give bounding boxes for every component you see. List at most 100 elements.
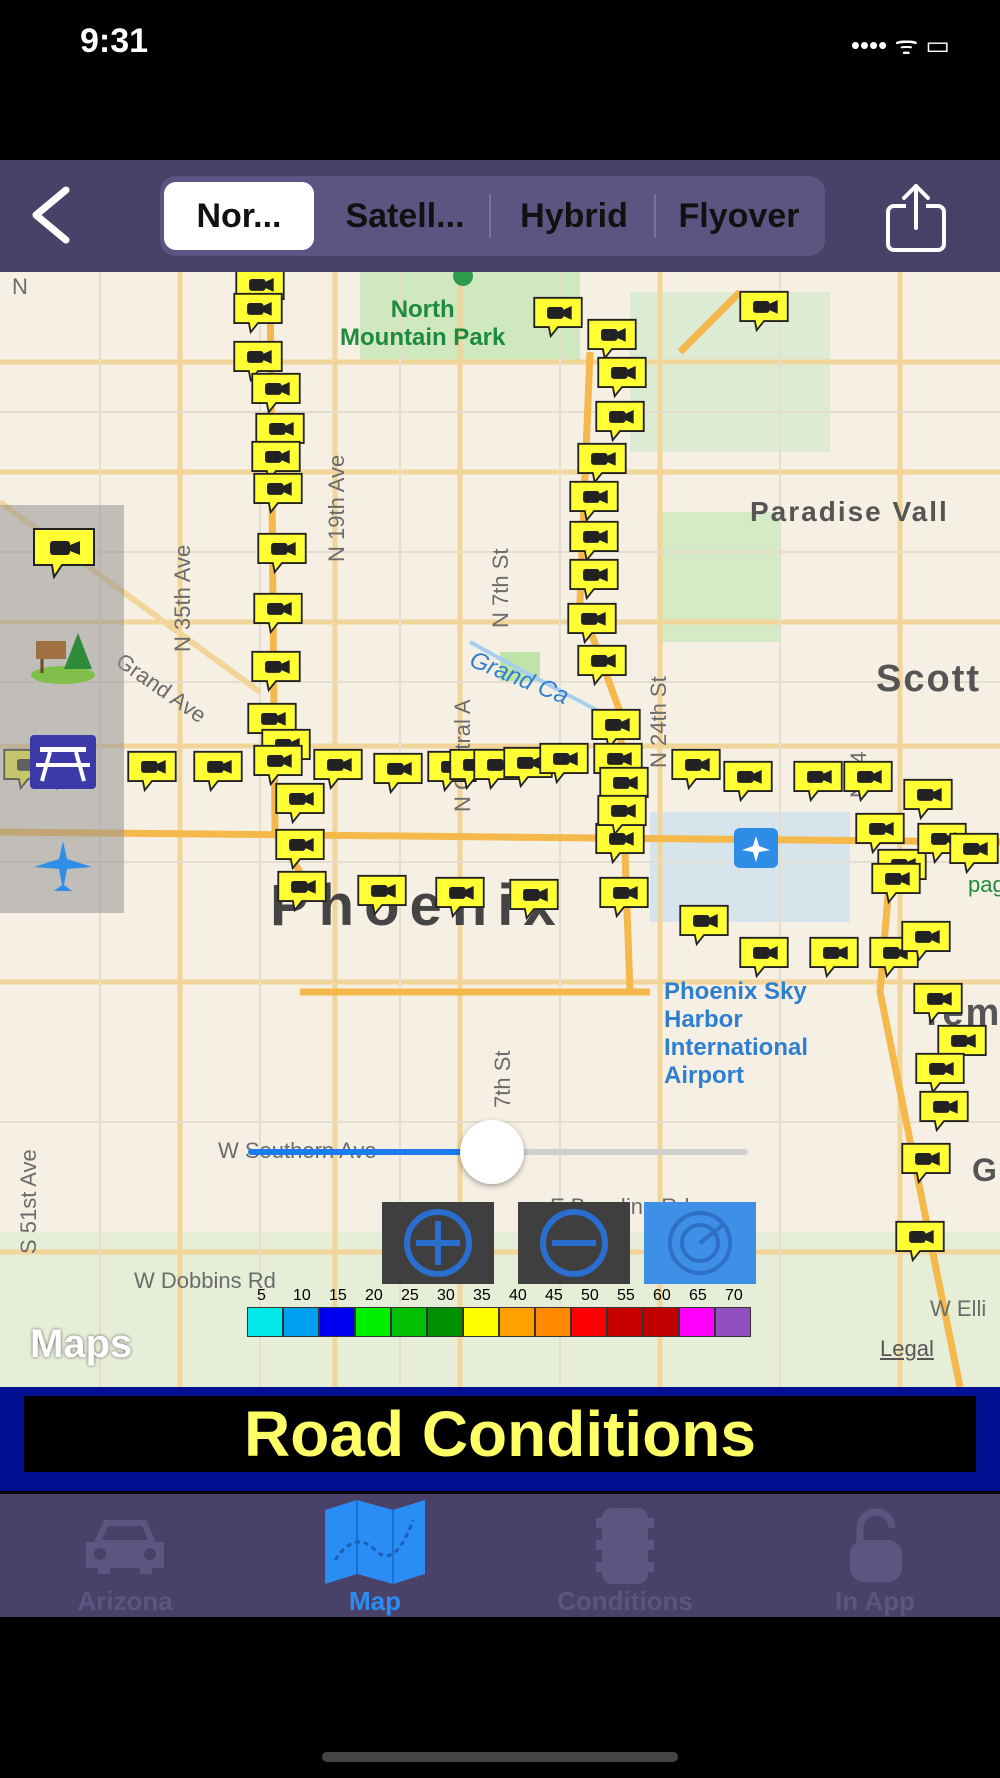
traffic-camera-icon[interactable]	[898, 1142, 954, 1184]
traffic-camera-icon[interactable]	[530, 296, 586, 338]
label-7th-st-south: 7th St	[490, 1050, 515, 1108]
traffic-camera-icon[interactable]	[566, 520, 622, 562]
segment-divider	[654, 194, 656, 238]
legend-tick-label: 30	[437, 1287, 455, 1304]
traffic-camera-icon[interactable]	[124, 750, 180, 792]
traffic-camera-icon[interactable]	[248, 650, 304, 692]
map-view[interactable]: North Mountain Park Paradise Vall Scott …	[0, 272, 1000, 1387]
status-time: 9:31	[80, 22, 149, 60]
traffic-camera-icon[interactable]	[898, 920, 954, 962]
tab-bar: Arizona Map Conditions In App	[0, 1494, 1000, 1617]
traffic-camera-icon[interactable]	[250, 592, 306, 634]
traffic-camera-icon[interactable]	[506, 878, 562, 920]
legend-swatch	[391, 1307, 427, 1337]
traffic-camera-icon[interactable]	[564, 602, 620, 644]
home-indicator	[322, 1752, 678, 1762]
traffic-camera-icon[interactable]	[354, 874, 410, 916]
legend-tick-label: 55	[617, 1287, 635, 1304]
label-n-19th-ave: N 19th Ave	[324, 454, 349, 562]
traffic-camera-layer-icon[interactable]	[32, 527, 96, 579]
traffic-camera-icon[interactable]	[592, 400, 648, 442]
traffic-camera-icon[interactable]	[536, 742, 592, 784]
traffic-camera-icon[interactable]	[910, 982, 966, 1024]
speed-color-legend: 5 10 15 20 25 30 35 40 45 50 55 60 65 70	[247, 1287, 755, 1339]
traffic-camera-icon[interactable]	[250, 744, 306, 786]
tab-in-app[interactable]: In App	[750, 1494, 1000, 1617]
segment-flyover[interactable]: Flyover	[657, 182, 821, 250]
traffic-camera-icon[interactable]	[868, 862, 924, 904]
status-icons: •••• ᯤ ▭	[850, 30, 950, 60]
traffic-camera-icon[interactable]	[248, 372, 304, 414]
tab-arizona[interactable]: Arizona	[0, 1494, 250, 1617]
label-north-mountain-park: North Mountain Park	[340, 296, 506, 351]
traffic-camera-icon[interactable]	[912, 1052, 968, 1094]
traffic-camera-icon[interactable]	[916, 1090, 972, 1132]
traffic-camera-icon[interactable]	[594, 794, 650, 836]
legend-tick-label: 45	[545, 1287, 563, 1304]
legend-swatch	[283, 1307, 319, 1337]
traffic-camera-icon[interactable]	[272, 782, 328, 824]
label-paradise-valley: Paradise Vall	[750, 496, 949, 527]
traffic-light-icon	[596, 1508, 654, 1584]
rest-area-icon[interactable]	[28, 629, 98, 685]
tab-label-arizona: Arizona	[77, 1586, 173, 1616]
traffic-camera-icon[interactable]	[230, 292, 286, 334]
segment-satellite[interactable]: Satell...	[320, 182, 490, 250]
traffic-camera-icon[interactable]	[566, 558, 622, 600]
traffic-camera-icon[interactable]	[574, 442, 630, 484]
maps-attribution-text: Maps	[30, 1322, 133, 1366]
legend-tick-label: 65	[689, 1287, 707, 1304]
back-chevron-icon[interactable]	[22, 180, 82, 250]
traffic-camera-icon[interactable]	[594, 356, 650, 398]
traffic-camera-icon[interactable]	[790, 760, 846, 802]
airport-icon[interactable]	[30, 837, 96, 893]
traffic-camera-icon[interactable]	[432, 876, 488, 918]
zoom-out-icon[interactable]	[518, 1202, 630, 1284]
traffic-camera-icon[interactable]	[892, 1220, 948, 1262]
label-g: G	[972, 1152, 999, 1188]
traffic-camera-icon[interactable]	[254, 532, 310, 574]
tab-conditions[interactable]: Conditions	[500, 1494, 750, 1617]
traffic-camera-icon[interactable]	[274, 870, 330, 912]
radar-icon[interactable]	[644, 1202, 756, 1284]
legend-swatch	[463, 1307, 499, 1337]
zoom-in-icon[interactable]	[382, 1202, 494, 1284]
legend-swatch	[319, 1307, 355, 1337]
tab-label-map: Map	[349, 1586, 401, 1616]
traffic-camera-icon[interactable]	[900, 778, 956, 820]
traffic-camera-icon[interactable]	[736, 936, 792, 978]
traffic-camera-icon[interactable]	[806, 936, 862, 978]
tab-map[interactable]: Map	[250, 1494, 500, 1617]
speed-slider-knob[interactable]	[460, 1120, 524, 1184]
road-conditions-banner: Road Conditions	[24, 1396, 976, 1472]
traffic-camera-icon[interactable]	[676, 904, 732, 946]
traffic-camera-icon[interactable]	[946, 832, 1000, 874]
legend-tick-label: 10	[293, 1287, 311, 1304]
traffic-camera-icon[interactable]	[720, 760, 776, 802]
traffic-camera-icon[interactable]	[840, 760, 896, 802]
segment-hybrid[interactable]: Hybrid	[492, 182, 656, 250]
map-layers-panel	[0, 505, 124, 913]
label-n-7th-st: N 7th St	[488, 548, 513, 628]
legend-swatch	[355, 1307, 391, 1337]
segment-normal[interactable]: Nor...	[164, 182, 314, 250]
traffic-camera-icon[interactable]	[584, 318, 640, 360]
legend-tick-label: 15	[329, 1287, 347, 1304]
traffic-camera-icon[interactable]	[736, 290, 792, 332]
map-background	[0, 272, 1000, 1387]
traffic-camera-icon[interactable]	[250, 472, 306, 514]
traffic-camera-icon[interactable]	[566, 480, 622, 522]
label-scottsdale: Scott	[876, 658, 981, 700]
traffic-camera-icon[interactable]	[574, 644, 630, 686]
traffic-camera-icon[interactable]	[668, 748, 724, 790]
traffic-camera-icon[interactable]	[272, 828, 328, 870]
legend-tick-label: 70	[725, 1287, 743, 1304]
traffic-camera-icon[interactable]	[596, 876, 652, 918]
legal-link[interactable]: Legal	[880, 1336, 934, 1362]
legend-swatch	[715, 1307, 751, 1337]
share-icon[interactable]	[880, 180, 952, 256]
picnic-table-icon[interactable]	[30, 735, 96, 789]
traffic-camera-icon[interactable]	[190, 750, 246, 792]
legend-swatch	[571, 1307, 607, 1337]
traffic-camera-icon[interactable]	[370, 752, 426, 794]
